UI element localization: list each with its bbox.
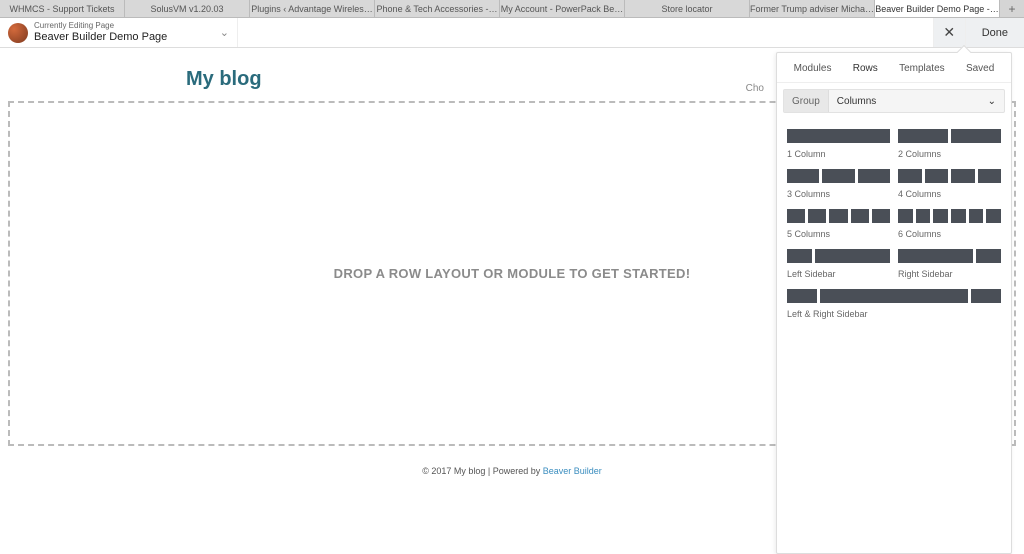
group-selector: Group Columns ⌄ [783,89,1005,113]
page-info[interactable]: Currently Editing Page Beaver Builder De… [0,18,238,47]
layout-item[interactable]: 6 Columns [894,203,1005,243]
column-block-icon [822,169,854,183]
browser-tabs: WHMCS - Support TicketsSolusVM v1.20.03P… [0,0,1024,18]
column-block-icon [898,129,948,143]
close-button[interactable]: ✕ [933,18,965,47]
column-block-icon [808,209,826,223]
browser-tab[interactable]: Phone & Tech Accessories -… [375,0,500,17]
column-block-icon [787,249,812,263]
layout-item[interactable]: 1 Column [783,123,894,163]
layout-label: 5 Columns [787,229,890,239]
column-block-icon [916,209,931,223]
column-block-icon [851,209,869,223]
column-block-icon [787,169,819,183]
column-block-icon [829,209,847,223]
column-block-icon [986,209,1001,223]
column-block-icon [933,209,948,223]
browser-tab[interactable]: SolusVM v1.20.03 [125,0,250,17]
beaver-logo-icon [8,23,28,43]
group-label: Group [784,90,829,112]
layout-item[interactable]: Left Sidebar [783,243,894,283]
browser-tab[interactable]: Beaver Builder Demo Page -… [875,0,1000,17]
column-block-icon [969,209,984,223]
layout-item[interactable]: Right Sidebar [894,243,1005,283]
panel-tab-modules[interactable]: Modules [790,61,836,76]
choose-hint: Cho [746,83,764,94]
column-block-icon [951,169,975,183]
layout-item[interactable]: 5 Columns [783,203,894,243]
chevron-down-icon[interactable]: ⌄ [220,26,229,39]
panel-tab-templates[interactable]: Templates [895,61,949,76]
column-block-icon [898,209,913,223]
group-select[interactable]: Columns ⌄ [829,96,1004,107]
column-block-icon [858,169,890,183]
layout-label: Right Sidebar [898,269,1001,279]
content-panel: Modules Rows Templates Saved Group Columns … [776,52,1012,554]
layout-label: 2 Columns [898,149,1001,159]
builder-toolbar: Currently Editing Page Beaver Builder De… [0,18,1024,48]
column-block-icon [951,129,1001,143]
column-block-icon [898,249,973,263]
layout-item[interactable]: 4 Columns [894,163,1005,203]
layout-item[interactable]: 2 Columns [894,123,1005,163]
panel-tab-saved[interactable]: Saved [962,61,998,76]
drop-message: DROP A ROW LAYOUT OR MODULE TO GET START… [334,266,691,281]
layout-label: 4 Columns [898,189,1001,199]
panel-tab-rows[interactable]: Rows [849,61,882,76]
browser-tab[interactable]: Store locator [625,0,750,17]
column-block-icon [820,289,969,303]
column-block-icon [978,169,1002,183]
layout-item[interactable]: Left & Right Sidebar [783,283,1005,323]
page-title: Beaver Builder Demo Page [34,31,167,43]
browser-tab[interactable]: My Account - PowerPack Be… [500,0,625,17]
done-button[interactable]: Done [965,18,1024,47]
column-block-icon [787,289,817,303]
layout-label: Left & Right Sidebar [787,309,1001,319]
new-tab-button[interactable]: + [1000,0,1024,17]
layout-label: 3 Columns [787,189,890,199]
browser-tab[interactable]: WHMCS - Support Tickets [0,0,125,17]
footer-link[interactable]: Beaver Builder [543,466,602,476]
browser-tab[interactable]: Former Trump adviser Micha… [750,0,875,17]
column-block-icon [872,209,890,223]
column-block-icon [971,289,1001,303]
browser-tab[interactable]: Plugins ‹ Advantage Wireles… [250,0,375,17]
column-block-icon [976,249,1001,263]
layout-label: 6 Columns [898,229,1001,239]
editing-label: Currently Editing Page [34,22,167,31]
column-block-icon [925,169,949,183]
column-block-icon [787,129,890,143]
column-block-icon [815,249,890,263]
panel-body: 1 Column 2 Columns 3 Columns 4 Columns 5 Col… [777,119,1011,553]
layout-label: Left Sidebar [787,269,890,279]
panel-tabs: Modules Rows Templates Saved [777,53,1011,83]
chevron-down-icon: ⌄ [988,96,996,107]
column-block-icon [787,209,805,223]
column-block-icon [898,169,922,183]
layout-label: 1 Column [787,149,890,159]
layout-item[interactable]: 3 Columns [783,163,894,203]
column-block-icon [951,209,966,223]
